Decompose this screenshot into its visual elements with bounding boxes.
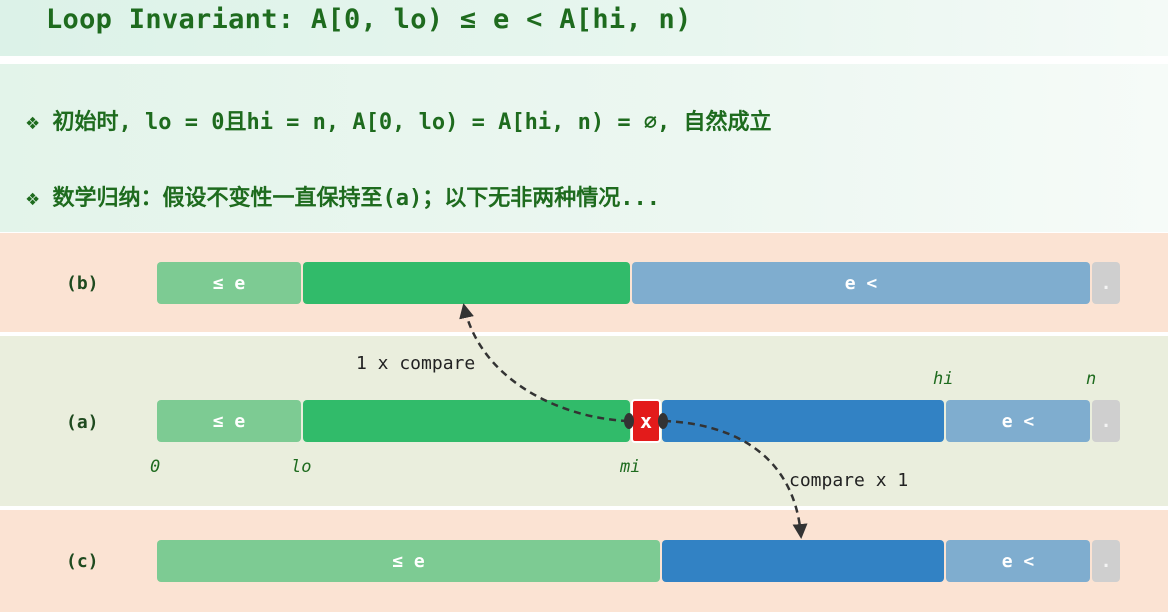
arrow-to-row-c [663,419,808,539]
pivot-left-dot [624,413,634,429]
pivot-right-dot [658,413,668,429]
arrows-overlay [459,303,808,539]
arrow-to-row-b [459,303,629,423]
